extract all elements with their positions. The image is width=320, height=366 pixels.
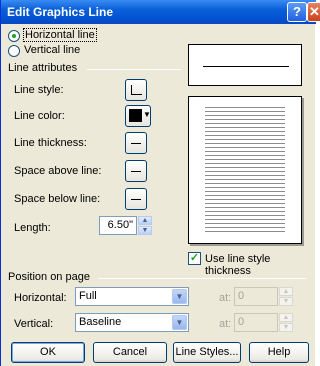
vertical-position-label: Vertical: <box>14 318 54 330</box>
title-bar[interactable]: Edit Graphics Line ? ✕ <box>1 0 320 24</box>
spin-down-icon[interactable]: ▼ <box>279 297 293 306</box>
vertical-at-spinner[interactable]: ▲ ▼ <box>279 313 293 332</box>
space-below-button[interactable] <box>125 188 147 210</box>
line-attributes-divider <box>87 69 181 70</box>
line-thickness-button[interactable] <box>125 132 147 154</box>
horizontal-at-spinner[interactable]: ▲ ▼ <box>279 287 293 306</box>
spin-down-icon[interactable]: ▼ <box>279 323 293 332</box>
spin-up-icon[interactable]: ▲ <box>138 216 152 225</box>
position-divider <box>98 278 306 279</box>
horizontal-at-input[interactable]: 0 <box>234 287 278 306</box>
chevron-down-icon[interactable]: ▼ <box>172 315 187 330</box>
cancel-button[interactable]: Cancel <box>93 342 167 363</box>
chevron-down-icon[interactable]: ▼ <box>172 289 187 304</box>
horizontal-position-label: Horizontal: <box>14 292 67 304</box>
line-style-icon <box>131 85 142 95</box>
thickness-icon <box>131 143 141 144</box>
horizontal-position-select[interactable]: Full ▼ <box>75 287 189 306</box>
horizontal-line-radio[interactable] <box>8 30 20 42</box>
vertical-line-label[interactable]: Vertical line <box>24 44 80 56</box>
close-icon[interactable]: ✕ <box>307 2 320 22</box>
color-swatch <box>129 109 142 122</box>
position-group-label: Position on page <box>8 271 90 283</box>
space-above-icon <box>131 171 141 172</box>
vertical-position-value: Baseline <box>79 316 122 328</box>
vertical-position-select[interactable]: Baseline ▼ <box>75 313 189 332</box>
space-below-icon <box>131 199 141 200</box>
use-style-thickness-checkbox[interactable]: ✓ <box>188 252 201 265</box>
help-icon[interactable]: ? <box>287 2 307 22</box>
edit-graphics-line-dialog: Edit Graphics Line ? ✕ Horizontal line V… <box>0 0 320 366</box>
length-input[interactable]: 6.50" <box>99 216 137 235</box>
chevron-down-icon: ▼ <box>143 110 151 119</box>
line-style-label: Line style: <box>14 84 64 96</box>
space-above-label: Space above line: <box>14 165 102 177</box>
vertical-at-label: at: <box>219 318 232 330</box>
space-below-label: Space below line: <box>14 193 101 205</box>
line-styles-button[interactable]: Line Styles... <box>173 342 241 363</box>
preview-line <box>203 66 289 67</box>
line-preview <box>188 44 302 86</box>
help-button[interactable]: Help <box>249 342 309 363</box>
line-attributes-group-label: Line attributes <box>8 62 78 74</box>
line-color-label: Line color: <box>14 110 65 122</box>
page-preview <box>188 96 302 244</box>
use-style-thickness-label[interactable]: Use line style thickness <box>205 253 315 277</box>
vertical-at-input[interactable]: 0 <box>234 313 278 332</box>
space-above-button[interactable] <box>125 160 147 182</box>
horizontal-position-value: Full <box>79 290 97 302</box>
ok-button[interactable]: OK <box>11 342 85 363</box>
length-spinner[interactable]: ▲ ▼ <box>138 216 152 235</box>
spin-up-icon[interactable]: ▲ <box>279 313 293 322</box>
horizontal-line-label[interactable]: Horizontal line <box>23 28 97 42</box>
vertical-line-radio[interactable] <box>8 45 20 57</box>
horizontal-at-label: at: <box>219 292 232 304</box>
line-thickness-label: Line thickness: <box>14 137 87 149</box>
length-label: Length: <box>14 222 51 234</box>
line-style-button[interactable] <box>125 79 147 101</box>
spin-up-icon[interactable]: ▲ <box>279 287 293 296</box>
line-color-button[interactable]: ▼ <box>125 105 151 127</box>
spin-down-icon[interactable]: ▼ <box>138 226 152 235</box>
window-title: Edit Graphics Line <box>7 5 114 19</box>
